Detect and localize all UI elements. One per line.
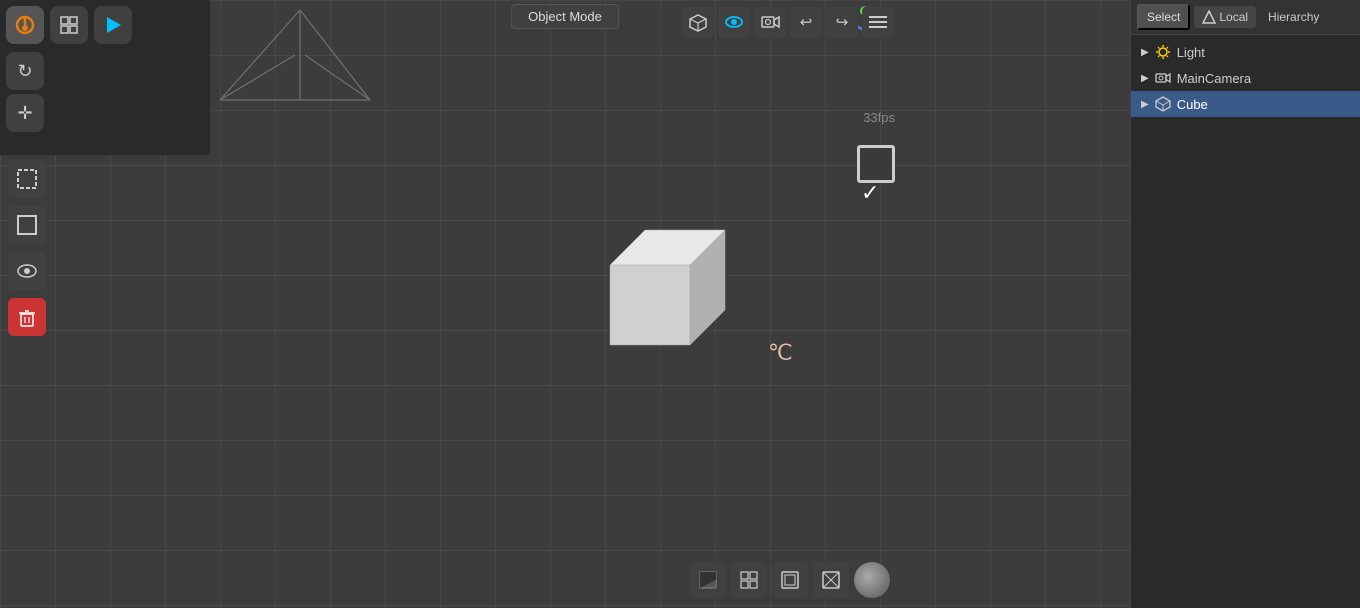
bottom-right-view-modes (690, 562, 890, 598)
solid-view-button[interactable] (772, 562, 808, 598)
local-label: Local (1219, 10, 1248, 24)
wireframe-icon (821, 570, 841, 590)
top-left-toolbar: ↻ ✛ (0, 0, 210, 155)
selection-checkmark: ✓ (861, 180, 889, 208)
render-visibility-button[interactable] (718, 6, 750, 38)
select-circle-button[interactable] (8, 206, 46, 244)
refresh-icon: ↻ (17, 61, 32, 82)
play-button[interactable] (94, 6, 132, 44)
move-button[interactable]: ✛ (6, 94, 44, 132)
redo-icon: ↪ (836, 13, 849, 31)
undo-button[interactable]: ↩ (790, 6, 822, 38)
refresh-button[interactable]: ↻ (6, 52, 44, 90)
camera-settings-button[interactable] (754, 6, 786, 38)
textured-icon (698, 570, 718, 590)
toolbar-secondary: ↻ ✛ (6, 52, 132, 132)
hierarchy-list: ▶ Light ▶ MainCamera (1131, 35, 1360, 121)
grid-overlay-button[interactable] (731, 562, 767, 598)
light-item-icon (1155, 44, 1171, 60)
local-button[interactable]: Local (1194, 6, 1256, 28)
select-box-icon (16, 168, 38, 190)
select-box-button[interactable] (8, 160, 46, 198)
wireframe-view-button[interactable] (813, 562, 849, 598)
viewport-shade-button[interactable] (8, 252, 46, 290)
blender-logo-icon (14, 14, 36, 36)
hamburger-icon (869, 15, 887, 29)
camera-icon (760, 12, 780, 32)
light-label: Light (1177, 45, 1205, 60)
camera-label: MainCamera (1177, 71, 1251, 86)
persp-cube-icon (688, 12, 708, 32)
trash-icon (16, 306, 38, 328)
hierarchy-button[interactable]: Hierarchy (1260, 6, 1327, 28)
object-mode-button[interactable]: Object Mode (511, 4, 619, 29)
view-layout-button[interactable] (50, 6, 88, 44)
light-arrow: ▶ (1141, 47, 1149, 58)
redo-button[interactable]: ↪ (826, 6, 858, 38)
cube-arrow: ▶ (1141, 99, 1149, 110)
textured-view-button[interactable] (690, 562, 726, 598)
hierarchy-item-light[interactable]: ▶ Light (1131, 39, 1360, 65)
eye-render-icon (724, 12, 744, 32)
left-sidebar (8, 160, 46, 336)
camera-item-icon (1155, 70, 1171, 86)
selection-box-outer (857, 145, 895, 183)
toolbar-top-row (6, 6, 132, 44)
play-icon (103, 15, 123, 35)
camera-arrow: ▶ (1141, 73, 1149, 84)
delete-button[interactable] (8, 298, 46, 336)
right-panel: Select Local Hierarchy ▶ Light (1130, 0, 1360, 608)
hierarchy-item-camera[interactable]: ▶ MainCamera (1131, 65, 1360, 91)
cube-svg (580, 210, 740, 370)
select-circle-icon (16, 214, 38, 236)
wireframe-pyramid (200, 0, 400, 125)
select-button[interactable]: Select (1137, 4, 1190, 30)
main-toolbar-icons: ↻ ✛ (6, 6, 132, 132)
perspective-cube-button[interactable] (682, 6, 714, 38)
solid-icon (780, 570, 800, 590)
3d-cube[interactable] (580, 210, 740, 380)
cube-item-icon (1155, 96, 1171, 112)
hamburger-menu-button[interactable] (862, 6, 894, 38)
top-right-controls: ↩ ↪ (676, 0, 900, 44)
right-panel-top-toolbar: Select Local Hierarchy (1131, 0, 1360, 35)
cube-label: Cube (1177, 97, 1208, 112)
object-mode-bar[interactable]: Object Mode (511, 0, 619, 33)
eye-icon (16, 260, 38, 282)
local-icon (1202, 10, 1216, 24)
move-icon: ✛ (17, 103, 32, 124)
3d-viewport[interactable]: Object Mode 33fps ✓ ℃ (0, 0, 1130, 608)
camera-origin-icon: ℃ (768, 340, 793, 366)
blender-logo-button[interactable] (6, 6, 44, 44)
hierarchy-item-cube[interactable]: ▶ Cube (1131, 91, 1360, 117)
undo-icon: ↩ (800, 13, 813, 31)
grid-icon (739, 570, 759, 590)
selection-box-indicator: ✓ (857, 145, 895, 183)
layout-icon (59, 15, 79, 35)
fps-counter: 33fps (863, 110, 895, 125)
material-ball-button[interactable] (854, 562, 890, 598)
